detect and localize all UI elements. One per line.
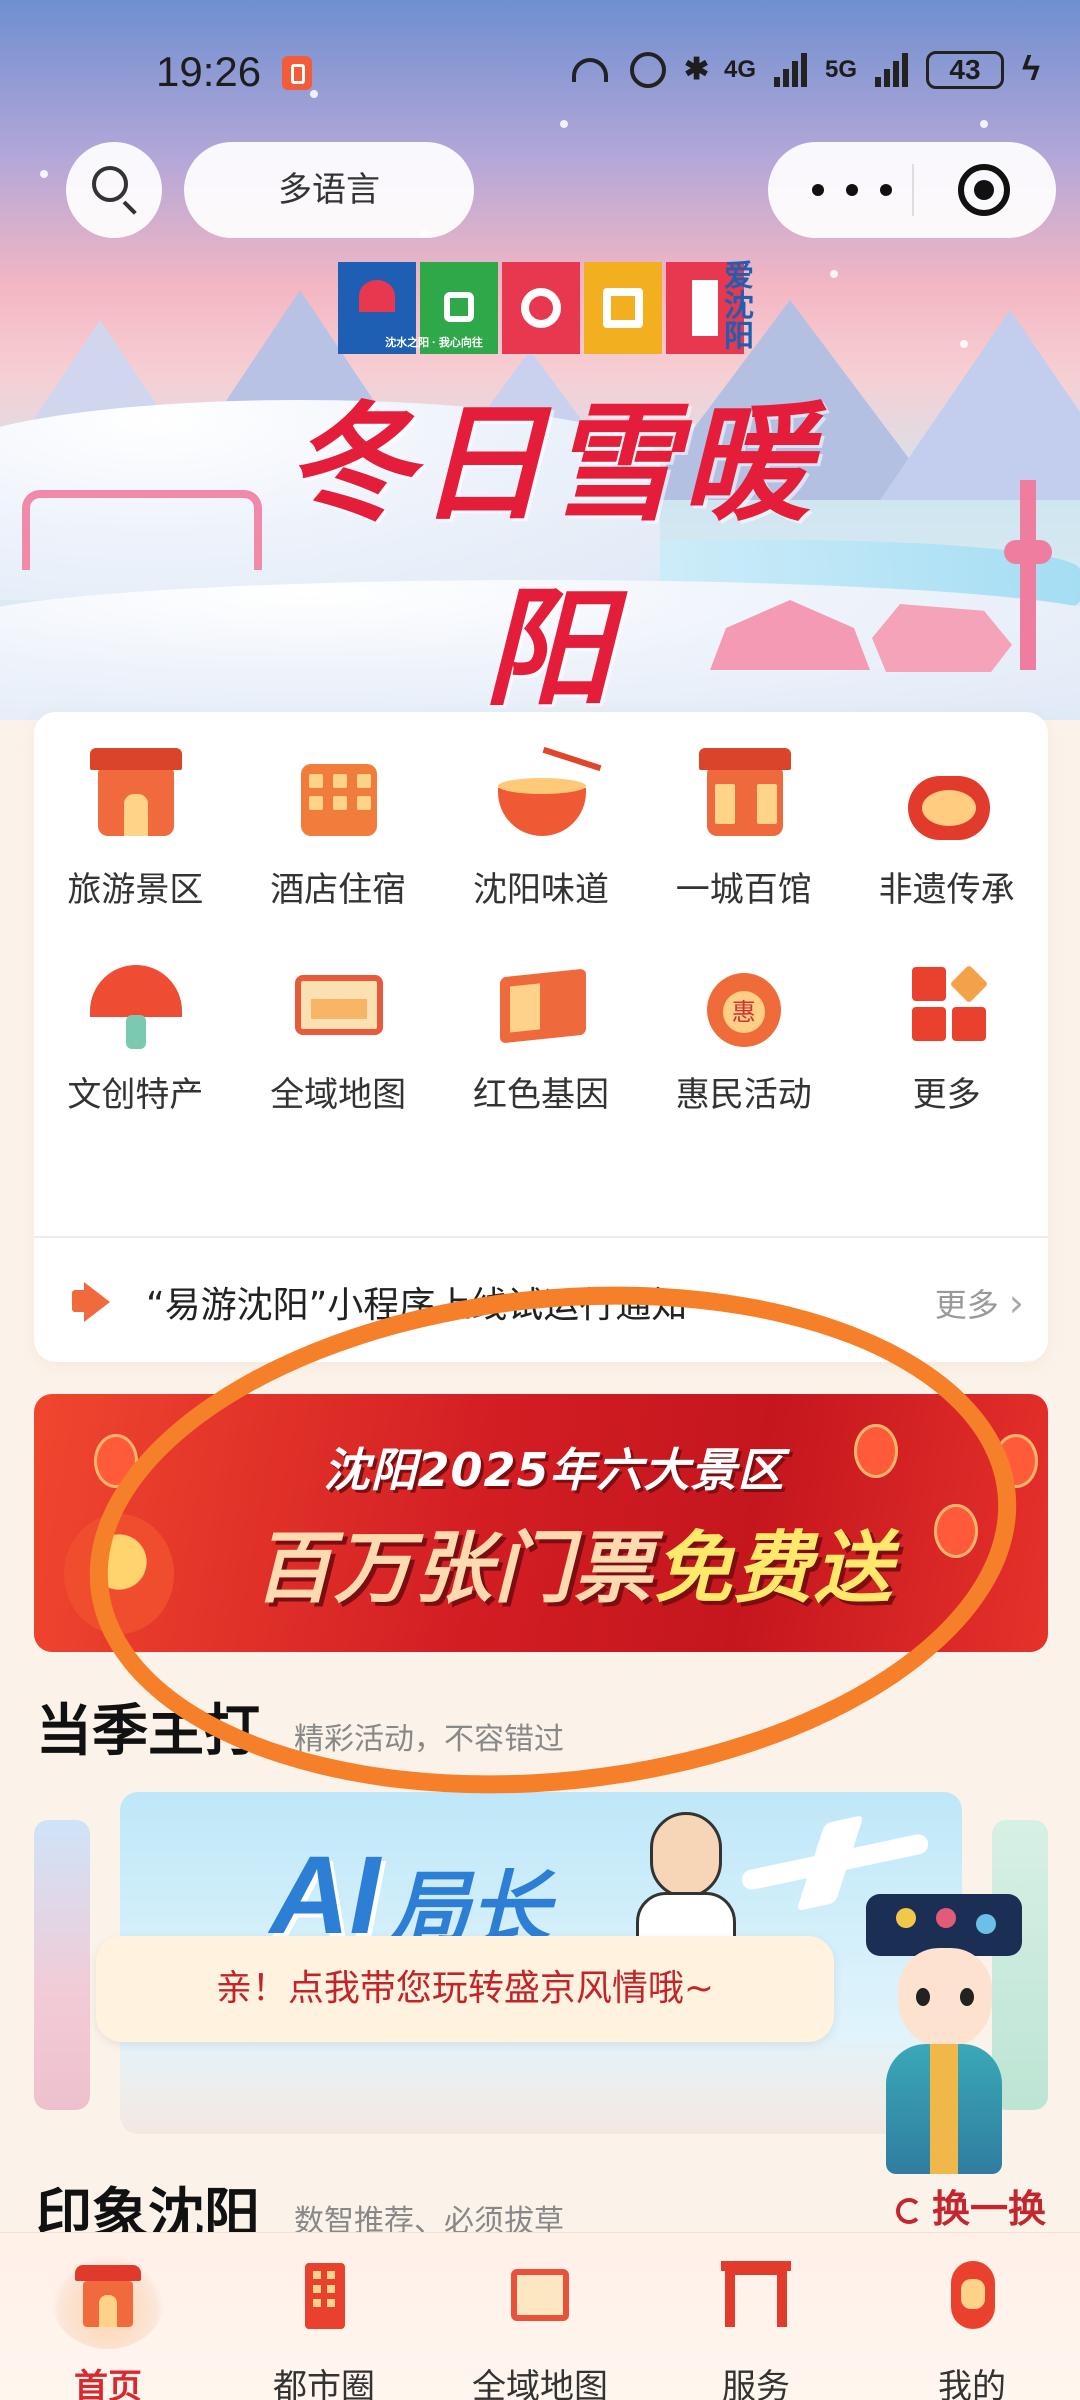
func-label: 红色基因 (472, 1075, 609, 1115)
func-red-gene[interactable]: 红色基因 (440, 947, 643, 1116)
director-avatar-illustration (630, 1812, 740, 1942)
charging-icon: ϟ (1022, 50, 1040, 88)
museum-icon (689, 742, 799, 852)
gate-icon (721, 2257, 791, 2331)
hero-title: 冬日雪暖阳 (285, 389, 814, 720)
func-scenic-area[interactable]: 旅游景区 (34, 742, 237, 911)
notice-bar[interactable]: “易游沈阳”小程序上线试运行通知 更多 (34, 1238, 1048, 1362)
tab-profile[interactable]: 我的 (864, 2233, 1080, 2400)
func-cultural-products[interactable]: 文创特产 (34, 947, 237, 1116)
func-museums[interactable]: 一城百馆 (642, 742, 845, 911)
arch-gate-illustration (22, 490, 262, 570)
tab-metro-area[interactable]: 都市圈 (216, 2233, 432, 2400)
search-button[interactable] (66, 142, 162, 238)
refresh-icon (895, 2198, 922, 2224)
banner-line2-tickets: 百万张门票 (253, 1524, 654, 1614)
map-icon (505, 2257, 575, 2331)
language-button[interactable]: 多语言 (184, 142, 474, 238)
func-shenyang-taste[interactable]: 沈阳味道 (440, 742, 643, 911)
network-4g-label: 4G (723, 55, 756, 83)
promo-banner[interactable]: 沈阳2025年六大景区 百万张门票免费送 (34, 1394, 1048, 1652)
function-grid: 旅游景区 酒店住宿 沈阳味道 一城百馆 非遗传承 文创特产 全域地图 红色基因 … (34, 742, 1048, 1116)
buildings-icon (289, 2257, 359, 2331)
bird-coupon-icon (689, 947, 799, 1057)
tab-label: 首页 (74, 2367, 142, 2400)
tab-home[interactable]: 首页 (0, 2233, 216, 2400)
bottom-tab-bar: 首页 都市圈 全域地图 服务 我的 (0, 2232, 1080, 2400)
func-public-events[interactable]: 惠民活动 (642, 947, 845, 1116)
fan-icon (80, 947, 190, 1057)
map-scroll-icon (283, 947, 393, 1057)
swap-button[interactable]: 换一换 (895, 2178, 1046, 2233)
tab-label: 全域地图 (472, 2367, 608, 2400)
assistant-mascot[interactable] (856, 1894, 1036, 2184)
megaphone-icon (72, 1282, 112, 1322)
more-options-button[interactable] (812, 174, 912, 204)
func-hotel[interactable]: 酒店住宿 (237, 742, 440, 911)
tab-label: 都市圈 (273, 2367, 375, 2400)
airplane-illustration (739, 1832, 931, 1892)
logo-tagline: 沈水之阳 · 我心向往 (385, 337, 483, 349)
assistant-speech-bubble[interactable]: 亲！点我带您玩转盛京风情哦~ (96, 1936, 834, 2042)
func-label: 惠民活动 (675, 1075, 812, 1115)
func-label: 文创特产 (67, 1075, 204, 1115)
drum-icon (892, 742, 1002, 852)
func-intangible-heritage[interactable]: 非遗传承 (845, 742, 1048, 911)
red-book-icon (486, 947, 596, 1057)
lion-dance-illustration (64, 1514, 174, 1634)
section-title-season: 当季主打 (36, 1699, 260, 1762)
func-label: 一城百馆 (675, 870, 812, 910)
func-global-map[interactable]: 全域地图 (237, 947, 440, 1116)
alarm-icon (629, 51, 666, 88)
hero-banner: 沈水之阳 · 我心向往 爱沈阳 冬日雪暖阳 (0, 0, 1080, 720)
status-time: 19:26 (156, 48, 262, 95)
network-5g-label: 5G (824, 55, 857, 83)
close-miniprogram-button[interactable] (958, 164, 1010, 216)
func-label: 非遗传承 (878, 870, 1015, 910)
battery-indicator: 43 (926, 50, 1004, 89)
tab-global-map[interactable]: 全域地图 (432, 2233, 648, 2400)
notification-icon (282, 56, 312, 90)
tab-label: 我的 (938, 2367, 1006, 2400)
func-label: 更多 (912, 1075, 981, 1115)
lantern-icon (937, 2257, 1007, 2331)
func-label: 沈阳味道 (472, 870, 609, 910)
swap-label: 换一换 (931, 2187, 1046, 2231)
food-bowl-icon (486, 742, 602, 852)
banner-line2: 百万张门票免费送 (224, 1506, 924, 1618)
banner-line2-free: 免费送 (654, 1524, 895, 1614)
hotel-icon (283, 742, 393, 852)
func-label: 旅游景区 (67, 870, 204, 910)
tab-label: 服务 (722, 2367, 790, 2400)
bluetooth-icon: ✱ (683, 52, 710, 86)
home-palace-icon (73, 2257, 143, 2331)
notice-more-link[interactable]: 更多 (935, 1280, 1024, 1326)
func-label: 酒店住宿 (270, 870, 407, 910)
status-bar: 19:26 ✱ 4G 5G 43 ϟ (0, 40, 1080, 100)
speed-gauge-icon (571, 52, 612, 88)
signal-icon-2 (875, 52, 908, 87)
carousel-prev-card[interactable] (34, 1820, 90, 2110)
more-grid-icon (892, 947, 1002, 1057)
miniprogram-capsule (768, 142, 1056, 238)
signal-icon-1 (773, 52, 807, 87)
func-more[interactable]: 更多 (845, 947, 1048, 1116)
func-label: 全域地图 (270, 1075, 407, 1115)
section-subtitle-season: 精彩活动，不容错过 (294, 1722, 564, 1757)
function-card: 旅游景区 酒店住宿 沈阳味道 一城百馆 非遗传承 文创特产 全域地图 红色基因 … (34, 712, 1048, 1362)
logo-side-text: 爱沈阳 (724, 259, 754, 354)
banner-line1: 沈阳2025年六大景区 (323, 1443, 785, 1497)
search-icon (92, 166, 128, 202)
tab-services[interactable]: 服务 (648, 2233, 864, 2400)
logo-2024: 沈水之阳 · 我心向往 (338, 262, 744, 354)
scenic-area-icon (80, 742, 190, 852)
tv-tower-illustration (1004, 480, 1052, 670)
notice-text[interactable]: “易游沈阳”小程序上线试运行通知 (146, 1276, 687, 1328)
